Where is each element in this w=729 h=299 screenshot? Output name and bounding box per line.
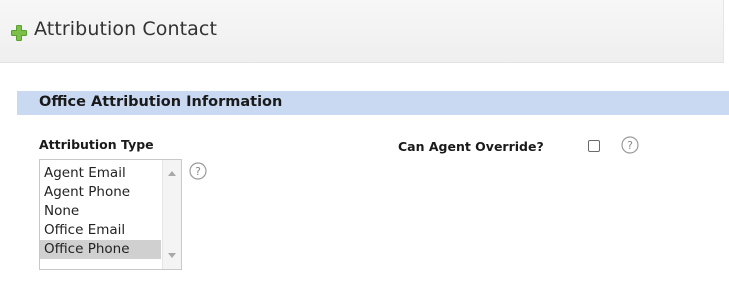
attribution-type-label: Attribution Type [39, 137, 154, 152]
can-agent-override-checkbox[interactable] [588, 140, 600, 152]
panel-header[interactable]: Attribution Contact [0, 0, 724, 63]
listbox-scrollbar[interactable] [162, 160, 181, 269]
svg-text:?: ? [195, 165, 201, 178]
attribution-contact-panel: Attribution Contact Office Attribution I… [0, 0, 729, 299]
panel-title: Attribution Contact [34, 18, 218, 40]
can-agent-override-label: Can Agent Override? [398, 139, 544, 154]
attribution-type-listbox[interactable]: Agent Email Agent Phone None Office Emai… [39, 159, 182, 270]
list-option-office-email[interactable]: Office Email [40, 221, 161, 240]
listbox-options: Agent Email Agent Phone None Office Emai… [40, 164, 161, 259]
help-icon[interactable]: ? [189, 162, 207, 180]
list-option-none[interactable]: None [40, 202, 161, 221]
scroll-up-arrow-icon[interactable] [168, 171, 176, 176]
list-option-agent-phone[interactable]: Agent Phone [40, 183, 161, 202]
plus-icon[interactable] [10, 24, 28, 42]
list-option-office-phone[interactable]: Office Phone [40, 240, 161, 259]
list-option-agent-email[interactable]: Agent Email [40, 164, 161, 183]
scroll-down-arrow-icon[interactable] [168, 253, 176, 258]
section-header: Office Attribution Information [17, 91, 729, 115]
svg-text:?: ? [627, 139, 633, 152]
section-title: Office Attribution Information [39, 94, 283, 110]
help-icon[interactable]: ? [621, 136, 639, 154]
